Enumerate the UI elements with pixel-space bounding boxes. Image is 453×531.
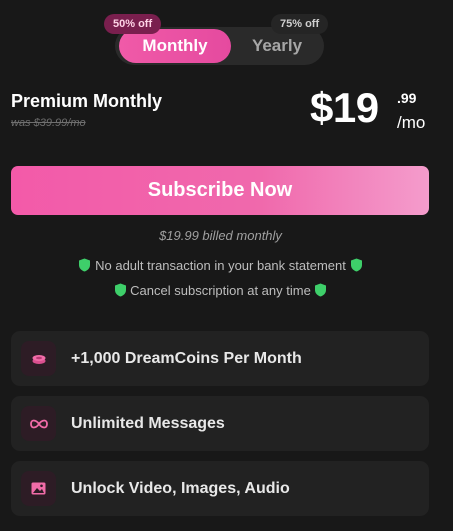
pricing-panel: Monthly Yearly 50% off 75% off Premium M…	[0, 0, 453, 531]
monthly-discount-badge: 50% off	[104, 14, 162, 34]
yearly-discount-badge: 75% off	[271, 14, 329, 34]
assurance-cancel: Cancel subscription at any time	[0, 283, 441, 298]
assurance-text: Cancel subscription at any time	[130, 283, 311, 298]
assurance-text: No adult transaction in your bank statem…	[95, 258, 346, 273]
image-icon	[21, 471, 56, 506]
price-whole: $19	[310, 84, 379, 131]
shield-icon	[350, 258, 363, 272]
original-price: was $39.99/mo	[11, 117, 86, 129]
assurance-privacy: No adult transaction in your bank statem…	[0, 258, 441, 273]
price-period: /mo	[397, 113, 426, 132]
plan-title: Premium Monthly	[11, 91, 163, 111]
feature-dreamcoins: +1,000 DreamCoins Per Month	[11, 331, 429, 386]
billing-note: $19.99 billed monthly	[159, 228, 282, 243]
infinity-icon	[21, 406, 56, 441]
toggle-monthly[interactable]: Monthly	[119, 29, 231, 63]
toggle-yearly[interactable]: Yearly	[233, 29, 321, 63]
shield-icon	[314, 283, 327, 297]
feature-label: Unlock Video, Images, Audio	[71, 480, 290, 497]
shield-icon	[114, 283, 127, 297]
feature-media: Unlock Video, Images, Audio	[11, 461, 429, 516]
feature-label: +1,000 DreamCoins Per Month	[71, 350, 302, 367]
shield-icon	[78, 258, 91, 272]
price-cents: .99	[397, 90, 417, 106]
feature-messages: Unlimited Messages	[11, 396, 429, 451]
feature-label: Unlimited Messages	[71, 415, 225, 432]
subscribe-button[interactable]: Subscribe Now	[11, 166, 429, 215]
coins-icon	[21, 341, 56, 376]
